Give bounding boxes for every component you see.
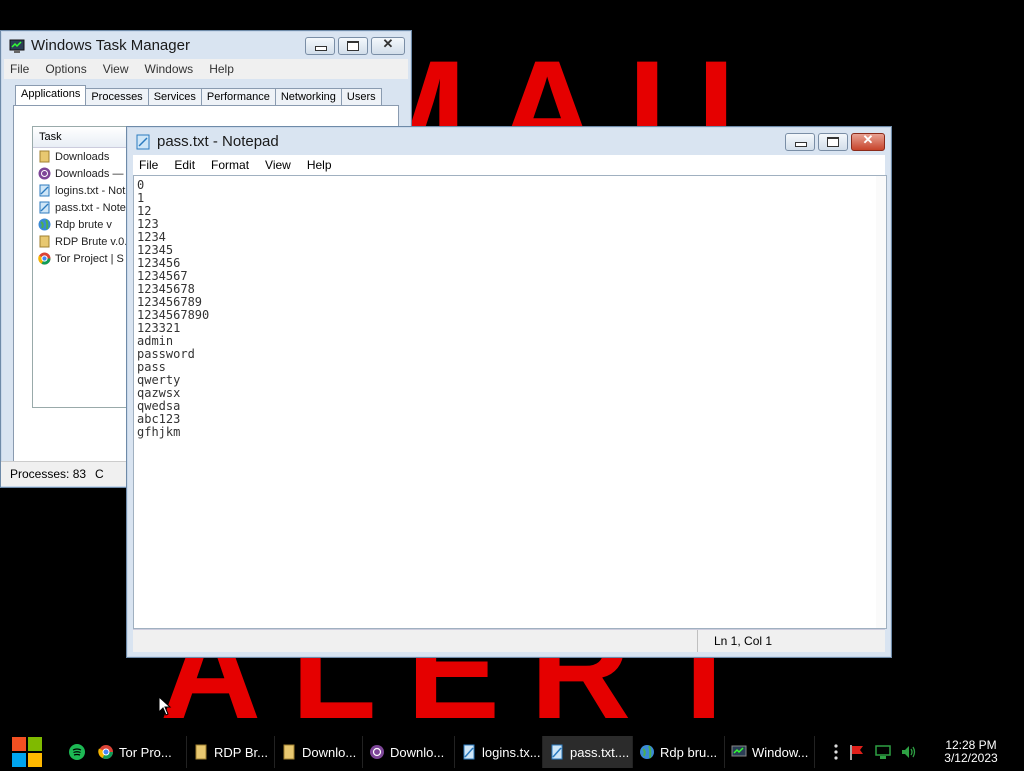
task-manager-title: Windows Task Manager [31,37,190,54]
cursor-position: Ln 1, Col 1 [697,630,772,652]
minimize-button[interactable] [305,37,335,55]
notepad-window[interactable]: pass.txt - Notepad ✕ File Edit Format Vi… [126,126,892,658]
list-item-label: pass.txt - Note [55,201,126,214]
system-tray [832,736,918,768]
overflow-menu-icon[interactable] [832,743,840,761]
editor-content: 0 1 12 123 1234 12345 123456 1234567 12345678 123… [137,179,209,439]
notepad-titlebar[interactable]: pass.txt - Notepad ✕ [127,127,891,155]
notepad-icon [39,201,50,214]
system-clock[interactable]: 12:28 PM 3/12/2023 [938,739,1004,765]
task-manager-menubar: File Options View Windows Help [4,59,408,79]
maximize-button[interactable] [818,133,848,151]
notepad-icon [39,184,50,197]
close-button[interactable]: ✕ [371,36,405,55]
menu-view[interactable]: View [97,62,135,76]
minimize-icon [795,142,807,147]
taskbar-button-pass-notepad[interactable]: pass.txt.... [543,736,633,768]
windows-logo-icon [12,737,42,767]
taskbar-button-tor-project[interactable]: Tor Pro... [92,736,187,768]
maximize-icon [347,41,359,51]
menu-windows[interactable]: Windows [139,62,200,76]
taskbar-button-task-manager[interactable]: Window... [725,736,815,768]
task-manager-icon [9,39,25,53]
folder-icon [39,150,50,163]
vertical-scrollbar[interactable] [876,176,886,628]
close-button[interactable]: ✕ [851,132,885,151]
volume-icon[interactable] [900,743,918,761]
menu-format[interactable]: Format [205,158,255,172]
taskbar-button-label: logins.tx... [482,744,541,760]
task-manager-tabs: Applications Processes Services Performa… [15,85,382,107]
notepad-icon [463,744,475,760]
process-count: Processes: 83 [10,467,87,481]
folder-icon [39,235,50,248]
taskbar-button-downloads-folder[interactable]: Downlo... [275,736,363,768]
action-center-flag-icon[interactable] [848,743,866,761]
list-item-label: RDP Brute v.0. [55,235,128,248]
notepad-menubar: File Edit Format View Help [133,155,885,175]
taskbar-button-label: RDP Br... [214,744,268,760]
clock-date: 3/12/2023 [944,751,998,765]
taskbar-button-logins-notepad[interactable]: logins.tx... [455,736,543,768]
network-icon[interactable] [874,743,892,761]
list-item-label: Tor Project | S [55,252,124,265]
notepad-icon [136,134,150,150]
menu-edit[interactable]: Edit [168,158,201,172]
taskbar-button-label: Downlo... [390,744,445,760]
tor-browser-icon [370,745,384,759]
menu-help[interactable]: Help [203,62,240,76]
task-manager-icon [731,745,747,757]
folder-icon [283,744,295,760]
minimize-button[interactable] [785,133,815,151]
taskbar-button-label: Rdp bru... [660,744,718,760]
taskbar-button-label: pass.txt.... [570,744,630,760]
menu-file[interactable]: File [4,62,35,76]
globe-icon [38,218,51,231]
taskbar-button-rdp-brute-app[interactable]: Rdp bru... [633,736,725,768]
text-editor[interactable]: 0 1 12 123 1234 12345 123456 1234567 12345678 123… [133,175,887,629]
folder-icon [195,744,207,760]
editor-line: gfhjkm [137,425,181,439]
editor-line: 0 [137,178,145,192]
list-item-label: Rdp brute v [55,218,112,231]
list-item-label: logins.txt - Not [55,184,126,197]
cpu-usage: C [95,467,104,481]
notepad-statusbar: Ln 1, Col 1 [133,629,885,652]
menu-view[interactable]: View [259,158,297,172]
taskbar-button-label: Tor Pro... [119,744,172,760]
chrome-icon [38,252,51,265]
maximize-icon [827,137,839,147]
list-item-label: Downloads — T [55,167,134,180]
notepad-title: pass.txt - Notepad [157,133,279,150]
list-item-label: Downloads [55,150,110,163]
maximize-button[interactable] [338,37,368,55]
tor-browser-icon [38,167,51,180]
start-button[interactable] [0,736,42,768]
taskbar-button-label: Downlo... [302,744,357,760]
tab-applications[interactable]: Applications [15,85,87,107]
task-manager-titlebar[interactable]: Windows Task Manager ✕ [1,31,411,59]
close-icon: ✕ [862,132,874,147]
close-icon: ✕ [382,36,394,51]
menu-file[interactable]: File [133,158,164,172]
minimize-icon [315,46,327,51]
mouse-cursor-icon [158,696,172,716]
taskbar: Tor Pro... RDP Br... Downlo... Downlo...… [0,736,1024,768]
menu-options[interactable]: Options [39,62,92,76]
chrome-icon [98,745,113,759]
taskbar-button-label: Window... [752,744,809,760]
notepad-icon [551,744,563,760]
taskbar-button-rdp-brute-folder[interactable]: RDP Br... [187,736,275,768]
spotify-icon [69,744,85,760]
taskbar-button-downloads-tor[interactable]: Downlo... [363,736,455,768]
quick-launch-app[interactable] [58,736,92,768]
globe-icon [640,745,654,759]
menu-help[interactable]: Help [301,158,338,172]
